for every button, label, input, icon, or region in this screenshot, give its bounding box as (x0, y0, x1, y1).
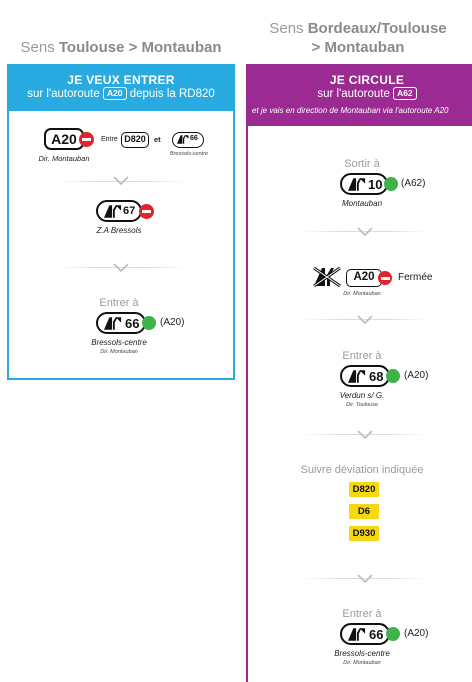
no-entry-icon (79, 132, 94, 147)
deviation-label: Suivre déviation indiquée (300, 464, 424, 476)
exit-sign-67: 67 (96, 200, 142, 222)
road-sign-a20: A20 (44, 128, 84, 150)
exit-icon (104, 205, 122, 218)
exit-sign-small: 66 (172, 132, 204, 148)
deviation-road-d820: D820 (349, 482, 379, 497)
road-caption: Dir. Montauban (343, 291, 381, 297)
open-dot-icon (386, 369, 400, 383)
left-banner-title: JE VEUX ENTRER (67, 73, 175, 87)
exit-sign-66: 66 (96, 312, 146, 334)
open-dot-icon (386, 627, 400, 641)
step-label: Entrer à (99, 297, 139, 309)
chevron-down-icon (357, 574, 373, 584)
open-dot-icon (142, 316, 156, 330)
chevron-down-icon (357, 430, 373, 440)
no-entry-icon (378, 271, 392, 285)
exit-caption: Bressols-centre (169, 151, 209, 157)
and-word: et (154, 135, 161, 144)
road-sign-a20: A20 (346, 269, 382, 287)
exit-caption: Bressols-centre (91, 338, 147, 347)
right-panel: JE CIRCULE sur l'autoroute A62 et je vai… (246, 64, 472, 682)
right-banner-note: et je vais en direction de Montauban via… (252, 106, 449, 115)
exit-sub-caption: Dir. Montauban (100, 349, 138, 355)
step-label: Entrer à (342, 350, 382, 362)
right-banner-line: sur l'autoroute A62 (262, 87, 472, 102)
exit-icon (104, 317, 122, 330)
motorway-tag: A62 (393, 87, 417, 100)
chevron-down-icon (357, 227, 373, 237)
chevron-down-icon (357, 315, 373, 325)
road-ref: (A62) (401, 178, 426, 189)
exit-icon (348, 178, 366, 191)
exit-icon (177, 135, 189, 144)
exit-caption: Verdun s/ G. (339, 391, 385, 400)
exit-caption: Z.A Bressols (96, 226, 142, 235)
road-ref: (A20) (160, 317, 185, 328)
open-dot-icon (384, 177, 398, 191)
closed-status: Fermée (398, 272, 433, 283)
exit-sign-66: 66 (340, 623, 390, 645)
exit-sign-68: 68 (340, 365, 390, 387)
exit-caption: Bressols-centre (334, 649, 390, 658)
chevron-down-icon (113, 263, 129, 273)
left-panel: JE VEUX ENTRER sur l'autoroute A20 depui… (7, 64, 235, 380)
right-banner: JE CIRCULE sur l'autoroute A62 et je vai… (248, 66, 472, 126)
road-caption: Dir. Montauban (38, 154, 90, 163)
closed-interchange-icon (313, 266, 341, 288)
right-direction-heading: Sens Bordeaux/Toulouse > Montauban (269, 20, 447, 56)
exit-sub-caption: Dir. Montauban (343, 660, 381, 666)
between-word: Entre (101, 136, 118, 143)
road-ref: (A20) (404, 628, 429, 639)
chevron-down-icon (113, 176, 129, 186)
step-label: Entrer à (342, 608, 382, 620)
road-ref: (A20) (404, 370, 429, 381)
motorway-tag: A20 (102, 87, 127, 100)
left-banner: JE VEUX ENTRER sur l'autoroute A20 depui… (9, 66, 233, 111)
exit-icon (348, 628, 366, 641)
left-banner-line: sur l'autoroute A20 depuis la RD820 (27, 87, 215, 100)
left-direction-heading: Sens Toulouse > Montauban (20, 39, 222, 56)
exit-icon (348, 370, 366, 383)
deviation-road-d930: D930 (349, 526, 379, 541)
deviation-road-d6: D6 (349, 504, 379, 519)
right-banner-title: JE CIRCULE (329, 73, 405, 87)
road-sign-d820: D820 (121, 132, 149, 148)
exit-sign-10: 10 (340, 173, 388, 195)
exit-sub-caption: Dir. Toulouse (346, 402, 378, 408)
step-label: Sortir à (344, 158, 380, 170)
exit-caption: Montauban (341, 199, 383, 208)
no-entry-icon (139, 204, 154, 219)
